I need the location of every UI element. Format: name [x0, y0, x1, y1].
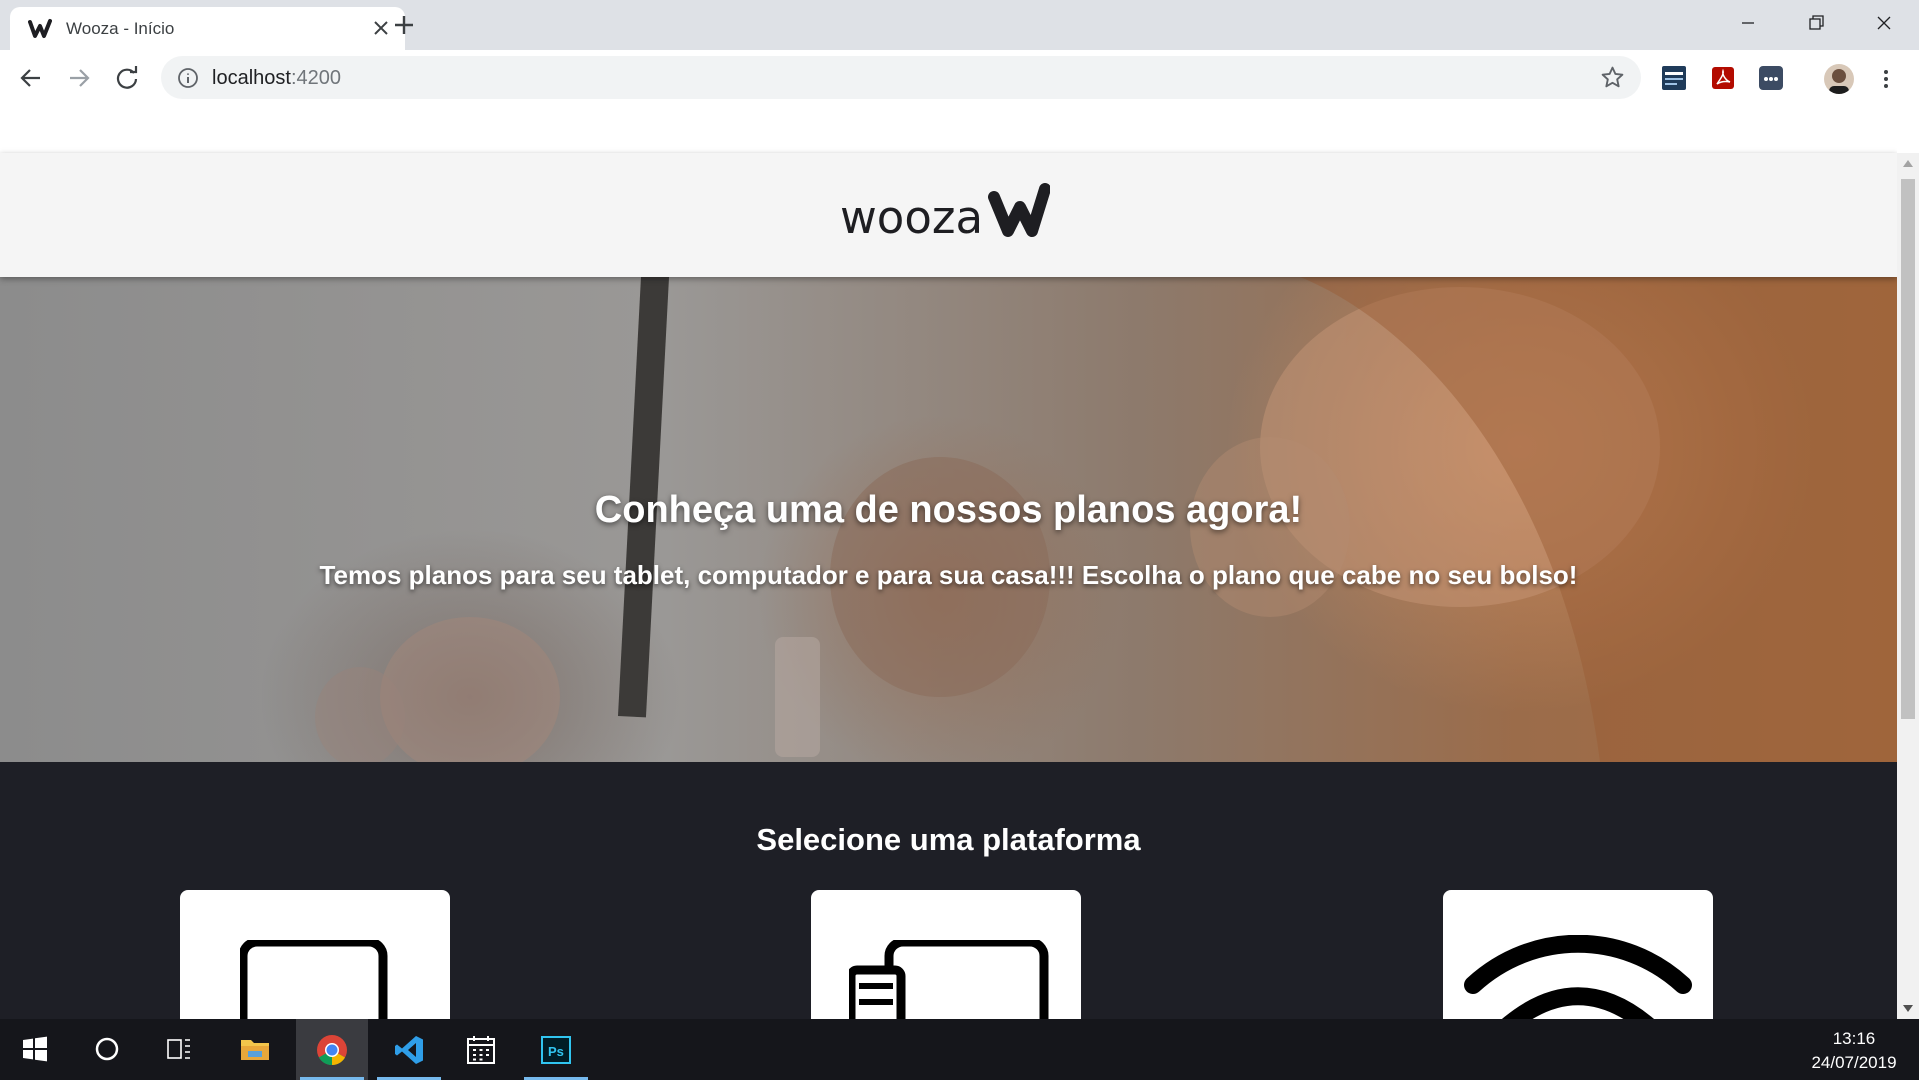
minimize-icon[interactable] [1728, 8, 1768, 38]
hero-title: Conheça uma de nossos planos agora! [594, 489, 1303, 531]
hero-subtitle: Temos planos para seu tablet, computador… [319, 560, 1578, 590]
windows-logo-icon [23, 1036, 47, 1062]
task-view-button[interactable] [144, 1019, 216, 1080]
extension-acrobat-icon[interactable] [1711, 66, 1735, 90]
clock-date: 24/07/2019 [1811, 1053, 1897, 1072]
tab-title: Wooza - Início [66, 19, 175, 38]
tab-wooza[interactable]: Wooza - Início [10, 7, 405, 50]
chrome-icon [317, 1035, 347, 1066]
photoshop-icon: Ps [541, 1036, 571, 1064]
cortana-circle-icon [95, 1037, 119, 1061]
close-window-icon[interactable] [1864, 8, 1904, 38]
back-arrow-icon[interactable] [17, 64, 45, 92]
url-port: :4200 [290, 67, 341, 89]
dotnet-badge-icon [1665, 72, 1683, 85]
tab-strip: Wooza - Início [0, 0, 1919, 50]
page-viewport: wooza Conheça uma de nossos planos agora… [0, 105, 1897, 1019]
computer-icon [849, 940, 1049, 1019]
forward-arrow-icon[interactable] [65, 64, 93, 92]
taskbar-clock[interactable]: 13:16 24/07/2019 [1799, 1027, 1909, 1075]
platforms-section: Selecione uma plataforma [0, 762, 1897, 1019]
platform-card-computer[interactable] [811, 890, 1081, 1019]
cortana-button[interactable] [72, 1019, 144, 1080]
person-avatar-icon [1829, 69, 1849, 94]
scroll-down-arrow-icon[interactable] [1903, 1005, 1913, 1013]
scroll-up-arrow-icon[interactable] [1903, 159, 1913, 167]
task-view-icon [167, 1039, 190, 1059]
page-scrollbar[interactable] [1897, 153, 1919, 1019]
wifi-icon [1464, 935, 1692, 1019]
kebab-menu-icon[interactable] [1876, 64, 1896, 94]
dots-badge-icon [1764, 77, 1778, 81]
taskbar-calendar[interactable] [445, 1019, 517, 1080]
calendar-icon [467, 1036, 495, 1064]
windows-taskbar: Ps 13:16 24/07/2019 [0, 1019, 1919, 1080]
bookmark-star-icon[interactable] [1600, 65, 1625, 90]
wooza-favicon-icon [28, 19, 52, 38]
taskbar-photoshop[interactable]: Ps [520, 1019, 592, 1080]
site-header: wooza [0, 153, 1897, 277]
taskbar-vscode[interactable] [373, 1019, 445, 1080]
profile-avatar[interactable] [1824, 64, 1854, 94]
url-host: localhost [212, 67, 291, 89]
acrobat-badge-icon [1712, 67, 1734, 89]
logo-text: wooza [840, 191, 984, 244]
wooza-logo[interactable]: wooza [840, 183, 1060, 244]
hero-banner: Conheça uma de nossos planos agora! Temo… [0, 277, 1897, 762]
platforms-title: Selecione uma plataforma [756, 822, 1141, 857]
extension-more-icon[interactable] [1759, 66, 1783, 90]
platform-card-home[interactable] [1443, 890, 1713, 1019]
info-icon[interactable] [177, 67, 199, 89]
address-bar[interactable]: localhost:4200 [161, 56, 1641, 99]
folder-icon [241, 1040, 269, 1060]
start-button[interactable] [0, 1019, 72, 1080]
clock-time: 13:16 [1832, 1029, 1876, 1048]
taskbar-chrome[interactable] [296, 1019, 368, 1080]
browser-toolbar: localhost:4200 [0, 50, 1919, 105]
wooza-w-logo-icon [988, 183, 1050, 237]
tablet-icon [240, 940, 388, 1019]
reload-icon[interactable] [113, 64, 141, 92]
vscode-icon [395, 1036, 423, 1064]
url-text: localhost:4200 [212, 67, 341, 90]
platform-card-tablet[interactable] [180, 890, 450, 1019]
taskbar-file-explorer[interactable] [219, 1019, 291, 1080]
close-tab-icon[interactable] [371, 18, 391, 38]
extension-dotnet-icon[interactable] [1662, 66, 1686, 90]
restore-icon[interactable] [1796, 8, 1836, 38]
scroll-thumb[interactable] [1901, 179, 1915, 719]
new-tab-icon[interactable] [391, 12, 417, 38]
svg-text:Ps: Ps [548, 1044, 564, 1059]
